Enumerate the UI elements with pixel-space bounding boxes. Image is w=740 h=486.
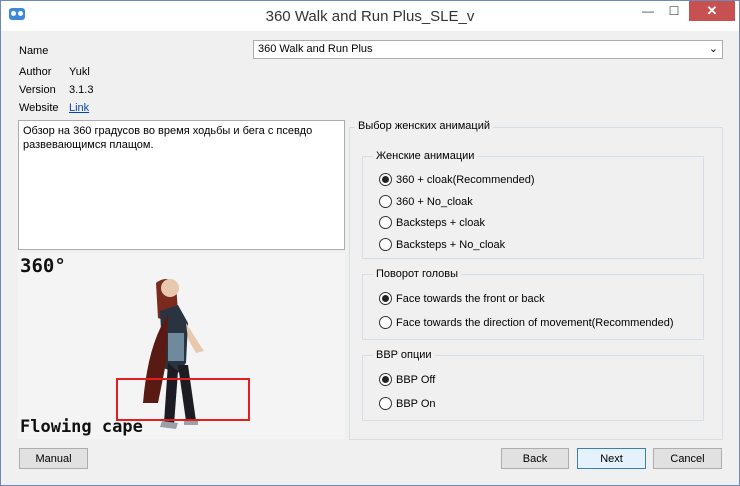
version-value: 3.1.3 <box>69 84 94 96</box>
radio-indicator[interactable] <box>379 397 392 410</box>
radio-label: 360 + cloak(Recommended) <box>396 173 535 186</box>
radio-label: Backsteps + cloak <box>396 216 485 229</box>
author-label: Author <box>19 66 52 78</box>
radio-backsteps-no-cloak[interactable]: Backsteps + No_cloak <box>379 238 505 251</box>
title-bar: 360 Walk and Run Plus_SLE_v — ☐ ✕ <box>1 1 739 31</box>
radio-indicator[interactable] <box>379 216 392 229</box>
radio-label: 360 + No_cloak <box>396 195 473 208</box>
bbp-group <box>362 355 704 421</box>
radio-indicator[interactable] <box>379 173 392 186</box>
cancel-button[interactable]: Cancel <box>653 448 722 469</box>
minimize-icon[interactable]: — <box>635 1 661 21</box>
name-select[interactable]: 360 Walk and Run Plus ⌄ <box>253 40 723 59</box>
close-icon[interactable]: ✕ <box>689 1 735 21</box>
description-box[interactable]: Обзор на 360 градусов во время ходьбы и … <box>18 120 345 250</box>
radio-backsteps-cloak[interactable]: Backsteps + cloak <box>379 216 485 229</box>
radio-face-movement[interactable]: Face towards the direction of movement(R… <box>379 316 674 329</box>
next-button[interactable]: Next <box>577 448 646 469</box>
radio-360-no-cloak[interactable]: 360 + No_cloak <box>379 195 473 208</box>
back-button[interactable]: Back <box>501 448 569 469</box>
name-label: Name <box>19 45 49 57</box>
installer-window: 360 Walk and Run Plus_SLE_v — ☐ ✕ Name 3… <box>0 0 740 486</box>
head-turn-group <box>362 274 704 340</box>
radio-bbp-off[interactable]: BBP Off <box>379 373 435 386</box>
author-value: Yukl <box>69 66 90 78</box>
highlight-box <box>116 378 250 421</box>
preview-image: 360° Flowing cape <box>18 253 345 439</box>
chevron-down-icon[interactable]: ⌄ <box>709 42 718 55</box>
radio-label: BBP On <box>396 397 436 410</box>
name-select-value: 360 Walk and Run Plus <box>258 43 373 55</box>
preview-caption-top: 360° <box>20 255 66 277</box>
website-link[interactable]: Link <box>69 102 89 114</box>
radio-bbp-on[interactable]: BBP On <box>379 397 436 410</box>
radio-label: BBP Off <box>396 373 436 386</box>
head-turn-legend: Поворот головы <box>373 268 462 280</box>
radio-indicator[interactable] <box>379 195 392 208</box>
radio-indicator[interactable] <box>379 316 392 329</box>
bbp-legend: BBP опции <box>373 349 435 361</box>
female-animations-legend: Выбор женских анимаций <box>355 120 494 132</box>
maximize-icon[interactable]: ☐ <box>661 1 687 21</box>
radio-face-front-back[interactable]: Face towards the front or back <box>379 292 545 305</box>
radio-label: Backsteps + No_cloak <box>396 238 506 251</box>
radio-indicator[interactable] <box>379 292 392 305</box>
radio-360-cloak[interactable]: 360 + cloak(Recommended) <box>379 173 535 186</box>
manual-button[interactable]: Manual <box>19 448 88 469</box>
radio-indicator[interactable] <box>379 238 392 251</box>
radio-indicator[interactable] <box>379 373 392 386</box>
website-label: Website <box>19 102 59 114</box>
window-title: 360 Walk and Run Plus_SLE_v <box>265 8 475 25</box>
animations-legend: Женские анимации <box>373 150 478 162</box>
version-label: Version <box>19 84 56 96</box>
radio-label: Face towards the direction of movement(R… <box>396 316 674 329</box>
radio-label: Face towards the front or back <box>396 292 545 305</box>
